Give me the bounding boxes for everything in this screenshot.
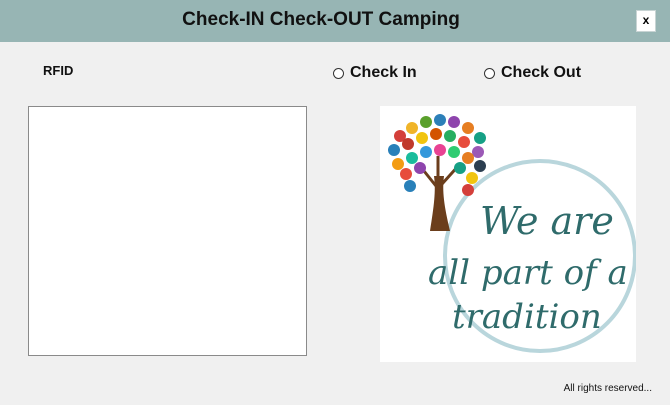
check-out-radio[interactable]: Check Out: [484, 64, 581, 82]
footer-text: All rights reserved...: [563, 383, 652, 394]
logo-image: We are all part of a tradition: [380, 106, 636, 362]
close-button[interactable]: x: [636, 10, 656, 32]
check-in-radio[interactable]: Check In: [333, 64, 417, 82]
rfid-label: RFID: [43, 63, 74, 78]
logo-text-line1: We are: [480, 199, 614, 243]
logo-text-line2: all part of a: [428, 253, 628, 293]
window-title: Check-IN Check-OUT Camping: [182, 9, 460, 30]
check-out-label: Check Out: [501, 64, 582, 81]
logo-text-line3: tradition: [452, 297, 602, 337]
title-bar: Check-IN Check-OUT Camping x: [0, 0, 670, 42]
rfid-input-box[interactable]: [28, 106, 307, 356]
check-out-radio-button[interactable]: [484, 67, 495, 79]
check-in-label: Check In: [350, 64, 417, 81]
check-in-radio-button[interactable]: [333, 67, 344, 79]
logo-graphic: We are all part of a tradition: [388, 114, 636, 353]
